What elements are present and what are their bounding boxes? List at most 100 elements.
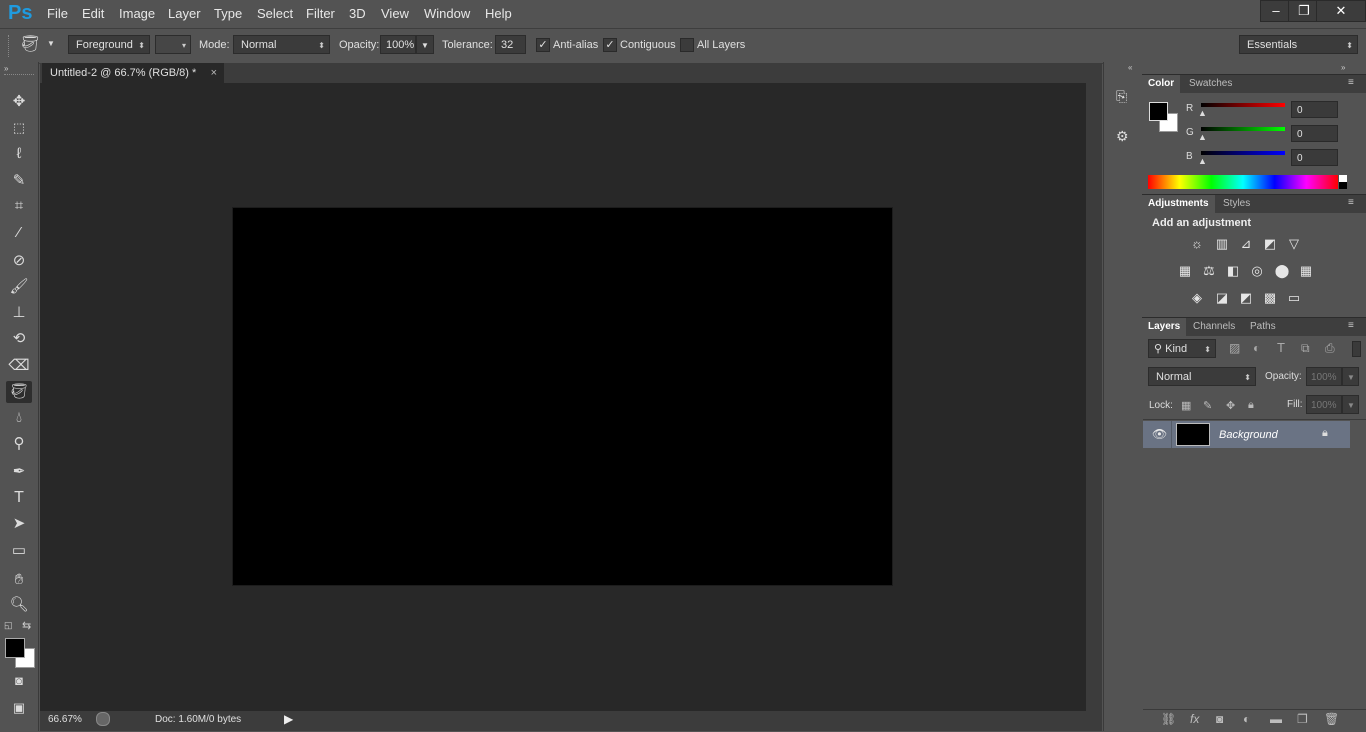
filter-smart-object-icon[interactable]: ⎙ [1325, 341, 1335, 356]
red-slider[interactable] [1201, 103, 1285, 107]
color-panel-foreground-swatch[interactable] [1149, 102, 1168, 121]
opacity-field[interactable]: 100% [380, 35, 416, 54]
hand-tool-icon[interactable]: ✋︎ [6, 569, 32, 591]
tab-adjustments[interactable]: Adjustments [1142, 195, 1215, 213]
panel-menu-icon[interactable]: ≡ [1348, 320, 1354, 331]
brush-tool-icon[interactable]: 🖌︎ [6, 276, 32, 298]
posterize-icon[interactable]: ◪ [1213, 289, 1231, 307]
panel-menu-icon[interactable]: ≡ [1348, 197, 1354, 208]
opacity-dropdown-button[interactable]: ▼ [416, 35, 434, 54]
history-brush-tool-icon[interactable]: ⟲ [6, 328, 32, 350]
quick-mask-icon[interactable]: ◙ [6, 670, 32, 692]
fill-source-dropdown[interactable]: Foreground ⬍ [68, 35, 150, 54]
toolbar-grip[interactable] [4, 74, 34, 78]
blue-slider-handle[interactable]: ▲ [1198, 156, 1207, 166]
menu-type[interactable]: Type [214, 6, 242, 21]
menu-help[interactable]: Help [485, 6, 512, 21]
new-layer-icon[interactable]: ❐ [1297, 712, 1308, 726]
screen-mode-icon[interactable]: ▣ [6, 697, 32, 719]
paint-bucket-tool-icon[interactable]: 🪣︎ [6, 381, 32, 403]
green-value-field[interactable]: 0 [1291, 125, 1338, 142]
blue-slider[interactable] [1201, 151, 1285, 155]
white-swatch[interactable] [1339, 175, 1347, 182]
color-lookup-icon[interactable]: ▦ [1297, 262, 1315, 280]
layer-thumbnail[interactable] [1176, 423, 1210, 446]
history-panel-icon[interactable]: ⎘ [1116, 88, 1127, 105]
vertical-scrollbar[interactable] [1086, 83, 1102, 711]
layer-filter-dropdown[interactable]: ⚲ Kind ⬍ [1148, 339, 1216, 358]
black-swatch[interactable] [1339, 182, 1347, 189]
layer-blend-mode-dropdown[interactable]: Normal ⬍ [1148, 367, 1256, 386]
link-layers-icon[interactable]: ⛓︎ [1161, 712, 1176, 726]
default-colors-icon[interactable]: ◱ [4, 620, 13, 631]
exposure-icon[interactable]: ◩ [1261, 235, 1279, 253]
lock-position-icon[interactable]: ✥ [1226, 399, 1235, 412]
green-slider-handle[interactable]: ▲ [1198, 132, 1207, 142]
paint-bucket-icon[interactable]: 🪣︎ [20, 34, 40, 54]
lock-transparent-icon[interactable]: ▦ [1181, 399, 1191, 412]
menu-select[interactable]: Select [257, 6, 293, 21]
menu-edit[interactable]: Edit [82, 6, 104, 21]
photo-filter-icon[interactable]: ◎ [1248, 262, 1266, 280]
mode-dropdown[interactable]: Normal ⬍ [233, 35, 330, 54]
eyedropper-tool-icon[interactable]: ⁄ [6, 222, 32, 244]
green-slider[interactable] [1201, 127, 1285, 131]
menu-3d[interactable]: 3D [349, 6, 366, 21]
crop-tool-icon[interactable]: ⌗ [6, 195, 32, 217]
black-white-icon[interactable]: ◧ [1224, 262, 1242, 280]
eraser-tool-icon[interactable]: ⌫ [6, 355, 32, 377]
menu-view[interactable]: View [381, 6, 409, 21]
blue-value-field[interactable]: 0 [1291, 149, 1338, 166]
document-tab[interactable]: Untitled-2 @ 66.7% (RGB/8) * × [42, 63, 224, 83]
document-canvas[interactable] [233, 208, 892, 585]
threshold-icon[interactable]: ◩ [1237, 289, 1255, 307]
quick-selection-tool-icon[interactable]: ✎ [6, 170, 32, 192]
tab-styles[interactable]: Styles [1217, 195, 1256, 213]
type-tool-icon[interactable]: T [6, 487, 32, 509]
filter-type-icon[interactable]: T [1277, 340, 1285, 355]
panel-menu-icon[interactable]: ≡ [1348, 77, 1354, 88]
invert-icon[interactable]: ◈ [1188, 289, 1206, 307]
contiguous-checkbox[interactable]: ✓ [603, 38, 617, 52]
menu-image[interactable]: Image [119, 6, 155, 21]
layer-style-fx-icon[interactable]: fx [1190, 712, 1199, 726]
new-group-icon[interactable]: ▬ [1270, 712, 1282, 726]
tab-color[interactable]: Color [1142, 75, 1181, 93]
lasso-tool-icon[interactable]: ℓ [6, 143, 32, 165]
layer-row[interactable]: 👁︎ Background 🔒︎ [1143, 421, 1350, 448]
move-tool-icon[interactable]: ✥ [6, 91, 32, 113]
close-tab-icon[interactable]: × [211, 63, 217, 83]
tab-paths[interactable]: Paths [1244, 318, 1282, 336]
red-slider-handle[interactable]: ▲ [1198, 108, 1207, 118]
collapse-panels-icon[interactable]: » [1341, 63, 1345, 72]
status-info-icon[interactable] [96, 712, 110, 726]
menu-file[interactable]: File [47, 6, 68, 21]
layer-opacity-field[interactable]: 100% [1306, 367, 1342, 386]
brightness-contrast-icon[interactable]: ☼ [1188, 235, 1206, 253]
fill-field[interactable]: 100% [1306, 395, 1342, 414]
delete-layer-icon[interactable]: 🗑︎ [1324, 712, 1339, 726]
red-value-field[interactable]: 0 [1291, 101, 1338, 118]
properties-panel-icon[interactable]: ⚙ [1116, 128, 1129, 145]
marquee-tool-icon[interactable]: ⬚ [6, 117, 32, 139]
color-balance-icon[interactable]: ⚖ [1200, 262, 1218, 280]
new-adjustment-layer-icon[interactable]: ◐ [1243, 712, 1250, 726]
rectangle-tool-icon[interactable]: ▭ [6, 540, 32, 562]
tool-preset-arrow-icon[interactable]: ▼ [47, 39, 55, 48]
collapse-toolbar-icon[interactable]: » [4, 64, 8, 73]
color-spectrum-ramp[interactable] [1148, 175, 1338, 189]
filter-pixel-icon[interactable]: ▨ [1229, 341, 1240, 355]
foreground-color-swatch[interactable] [5, 638, 25, 658]
tab-channels[interactable]: Channels [1187, 318, 1241, 336]
status-menu-arrow-icon[interactable]: ▶ [284, 712, 293, 726]
all-layers-checkbox[interactable] [680, 38, 694, 52]
pen-tool-icon[interactable]: ✒ [6, 461, 32, 483]
antialias-checkbox[interactable]: ✓ [536, 38, 550, 52]
zoom-tool-icon[interactable]: 🔍︎ [6, 594, 32, 616]
pattern-picker[interactable]: ▾ [155, 35, 191, 54]
close-window-button[interactable]: ✕ [1316, 0, 1366, 22]
healing-brush-tool-icon[interactable]: ⊘ [6, 250, 32, 272]
layer-name[interactable]: Background [1219, 429, 1278, 441]
vibrance-icon[interactable]: ▽ [1285, 235, 1303, 253]
path-selection-tool-icon[interactable]: ➤ [6, 513, 32, 535]
